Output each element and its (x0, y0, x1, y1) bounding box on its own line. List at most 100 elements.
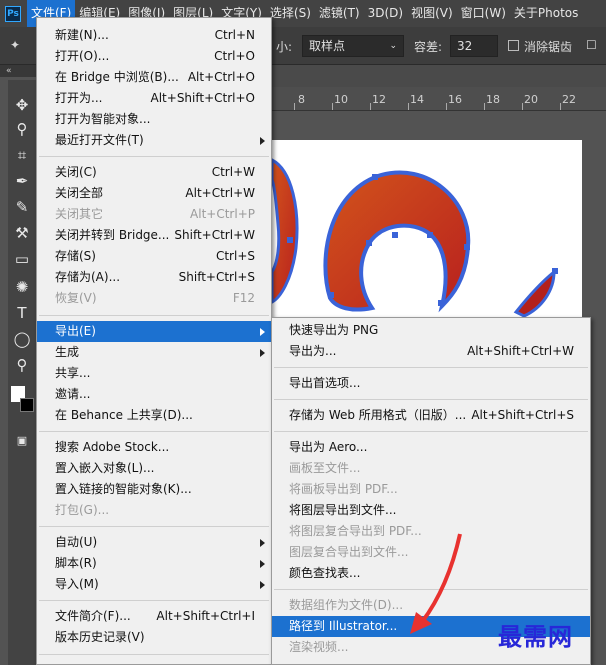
ruler-label: 10 (334, 93, 348, 106)
menu-item-search-stock[interactable]: 搜索 Adobe Stock... (37, 437, 271, 458)
menu-separator (39, 600, 269, 601)
annotation-arrow-icon (410, 533, 462, 634)
menu-item-close-others[interactable]: 关闭其它 Alt+Ctrl+P (37, 204, 271, 225)
menu-item-shortcut: Alt+Shift+Ctrl+I (156, 609, 255, 623)
menu-item-label: 置入链接的智能对象(K)... (55, 482, 192, 496)
submenu-item-export-preferences[interactable]: 导出首选项... (272, 373, 590, 394)
quick-mask-icon[interactable]: ▣ (13, 432, 31, 450)
menu-item-label: 最近打开文件(T) (55, 133, 144, 147)
menu-item-label: 自动(U) (55, 535, 98, 549)
menu-view[interactable]: 视图(V) (407, 0, 457, 27)
toolbar-collapse-button[interactable]: « (0, 65, 36, 77)
menu-item-place-embedded[interactable]: 置入嵌入对象(L)... (37, 458, 271, 479)
submenu-item-quick-export-png[interactable]: 快速导出为 PNG (272, 320, 590, 341)
submenu-item-artboards-to-pdf[interactable]: 将画板导出到 PDF... (272, 479, 590, 500)
zoom-tool-icon[interactable]: ⚲ (13, 356, 31, 374)
menu-item-label: 存储(S) (55, 249, 96, 263)
menu-separator (274, 367, 588, 368)
tolerance-input[interactable]: 32 (450, 35, 498, 57)
antialias-checkbox[interactable] (508, 40, 519, 51)
type-tool-icon[interactable]: T (13, 304, 31, 322)
menu-item-open-smart-object[interactable]: 打开为智能对象... (37, 109, 271, 130)
background-color-swatch[interactable] (20, 398, 34, 412)
submenu-arrow-icon (260, 349, 265, 357)
menu-separator (39, 654, 269, 655)
submenu-item-label: 颜色查找表... (289, 566, 361, 580)
menu-item-label: 关闭(C) (55, 165, 97, 179)
gradient-tool-icon[interactable]: ▭ (13, 250, 31, 268)
menu-item-shortcut: Shift+Ctrl+W (174, 228, 255, 242)
menu-item-share[interactable]: 共享... (37, 363, 271, 384)
menu-item-close-all[interactable]: 关闭全部 Alt+Ctrl+W (37, 183, 271, 204)
submenu-item-artboards-to-files[interactable]: 画板至文件... (272, 458, 590, 479)
horizontal-ruler: 8 10 12 14 16 18 20 22 (270, 87, 606, 111)
menu-select[interactable]: 选择(S) (266, 0, 315, 27)
submenu-item-label: 导出首选项... (289, 376, 361, 390)
menu-item-package[interactable]: 打包(G)... (37, 500, 271, 521)
menu-item-revert[interactable]: 恢复(V) F12 (37, 288, 271, 309)
submenu-item-export-as[interactable]: 导出为... Alt+Shift+Ctrl+W (272, 341, 590, 362)
menu-item-save-as[interactable]: 存储为(A)... Shift+Ctrl+S (37, 267, 271, 288)
menu-item-place-linked[interactable]: 置入链接的智能对象(K)... (37, 479, 271, 500)
sample-all-layers-checkbox[interactable]: ☐ (586, 38, 597, 52)
menu-item-recent-files[interactable]: 最近打开文件(T) (37, 130, 271, 151)
menu-item-label: 在 Bridge 中浏览(B)... (55, 70, 179, 84)
submenu-arrow-icon (260, 581, 265, 589)
menu-item-version-history[interactable]: 版本历史记录(V) (37, 627, 271, 648)
lasso-tool-icon[interactable]: ⚲ (13, 120, 31, 138)
menu-item-save[interactable]: 存储(S) Ctrl+S (37, 246, 271, 267)
brush-tool-icon[interactable]: ✎ (13, 198, 31, 216)
menu-item-close-go-bridge[interactable]: 关闭并转到 Bridge... Shift+Ctrl+W (37, 225, 271, 246)
submenu-item-label: 快速导出为 PNG (289, 323, 379, 337)
document-tab[interactable] (270, 65, 606, 87)
menu-item-invite[interactable]: 邀请... (37, 384, 271, 405)
menu-item-new[interactable]: 新建(N)... Ctrl+N (37, 25, 271, 46)
menu-item-close[interactable]: 关闭(C) Ctrl+W (37, 162, 271, 183)
sample-size-value: 取样点 (309, 39, 346, 53)
menu-item-automate[interactable]: 自动(U) (37, 532, 271, 553)
tool-preset-icon[interactable]: ✦ (10, 38, 20, 52)
menu-item-generate[interactable]: 生成 (37, 342, 271, 363)
menu-item-label: 版本历史记录(V) (55, 630, 145, 644)
dodge-tool-icon[interactable]: ✺ (13, 278, 31, 296)
menu-item-scripts[interactable]: 脚本(R) (37, 553, 271, 574)
submenu-item-label: 存储为 Web 所用格式（旧版）... (289, 408, 467, 422)
path-tail-shape (513, 268, 556, 318)
menu-item-label: 打开(O)... (55, 49, 110, 63)
eyedropper-tool-icon[interactable]: ✒ (13, 172, 31, 190)
menu-item-shortcut: Ctrl+W (211, 165, 255, 179)
ellipse-tool-icon[interactable]: ◯ (13, 330, 31, 348)
submenu-item-save-for-web[interactable]: 存储为 Web 所用格式（旧版）... Alt+Shift+Ctrl+S (272, 405, 590, 426)
submenu-item-label: 导出为 Aero... (289, 440, 368, 454)
menu-item-label: 恢复(V) (55, 291, 97, 305)
menu-about[interactable]: 关于Photos (510, 0, 582, 27)
menu-filter[interactable]: 滤镜(T) (315, 0, 364, 27)
submenu-item-export-aero[interactable]: 导出为 Aero... (272, 437, 590, 458)
menu-item-label: 关闭并转到 Bridge... (55, 228, 170, 242)
menu-item-open-as[interactable]: 打开为... Alt+Shift+Ctrl+O (37, 88, 271, 109)
ruler-label: 8 (298, 93, 305, 106)
menu-item-import[interactable]: 导入(M) (37, 574, 271, 595)
history-brush-tool-icon[interactable]: ⚒ (13, 224, 31, 242)
ruler-label: 22 (562, 93, 576, 106)
crop-tool-icon[interactable]: ⌗ (13, 146, 31, 164)
menu-item-browse-bridge[interactable]: 在 Bridge 中浏览(B)... Alt+Ctrl+O (37, 67, 271, 88)
menu-3d[interactable]: 3D(D) (364, 0, 407, 27)
submenu-item-label: 将画板导出到 PDF... (289, 482, 398, 496)
menu-separator (274, 431, 588, 432)
sample-size-select[interactable]: 取样点 ⌄ (302, 35, 404, 57)
menu-item-shortcut: F12 (232, 291, 255, 305)
menu-item-label: 存储为(A)... (55, 270, 121, 284)
menu-item-open[interactable]: 打开(O)... Ctrl+O (37, 46, 271, 67)
menu-item-share-behance[interactable]: 在 Behance 上共享(D)... (37, 405, 271, 426)
submenu-item-layers-to-files[interactable]: 将图层导出到文件... (272, 500, 590, 521)
menu-separator (39, 315, 269, 316)
menu-item-shortcut: Alt+Ctrl+W (185, 186, 255, 200)
move-tool-icon[interactable]: ✥ (13, 96, 31, 114)
menu-item-export[interactable]: 导出(E) (37, 321, 271, 342)
ruler-label: 18 (486, 93, 500, 106)
menu-item-file-info[interactable]: 文件简介(F)... Alt+Shift+Ctrl+I (37, 606, 271, 627)
menu-window[interactable]: 窗口(W) (457, 0, 510, 27)
submenu-item-label: 渲染视频... (289, 640, 349, 654)
menu-item-label: 关闭全部 (55, 186, 104, 200)
